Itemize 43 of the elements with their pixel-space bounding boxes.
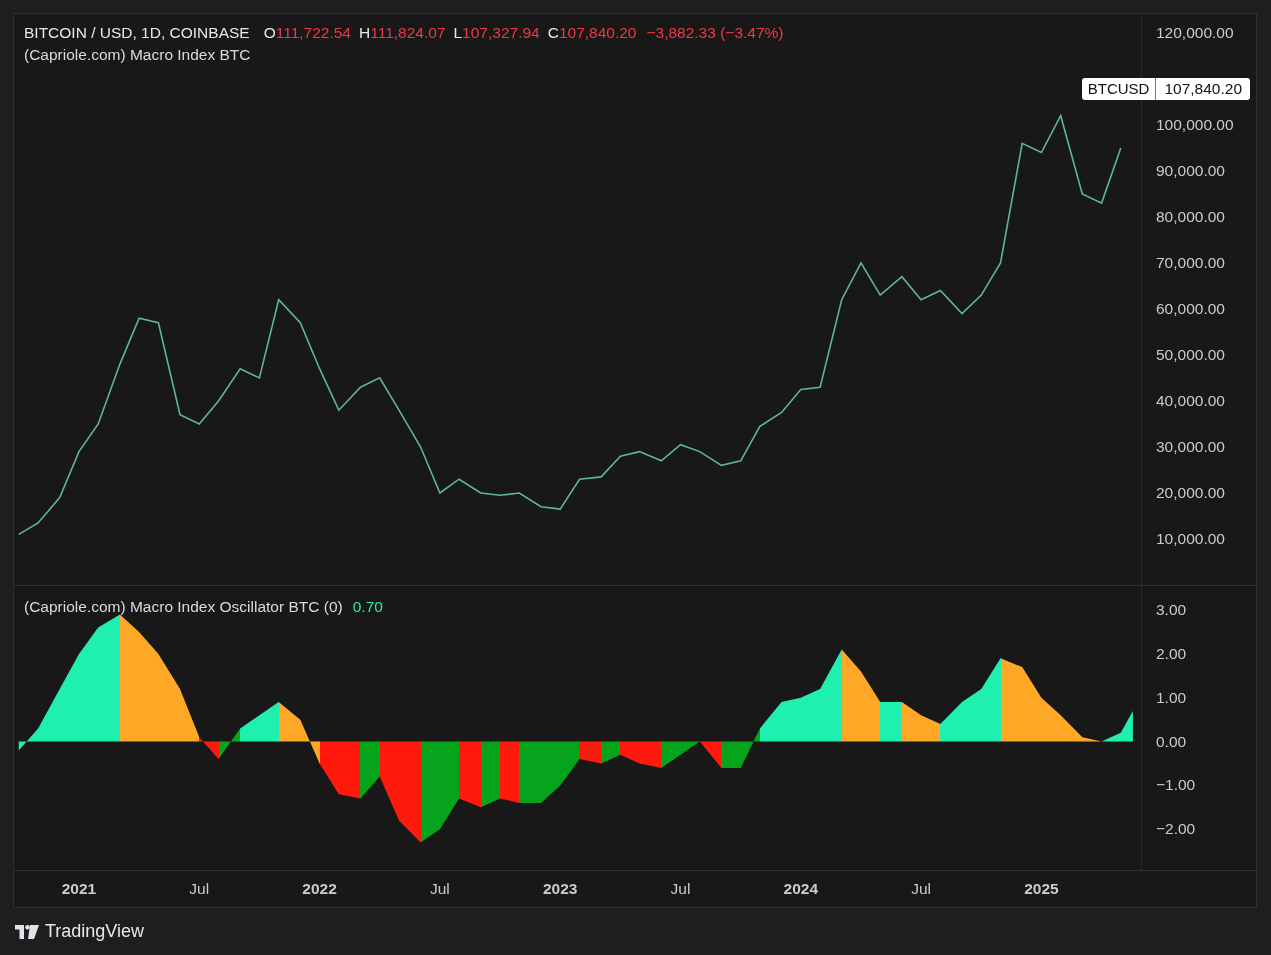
- axis-label: 80,000.00: [1156, 207, 1225, 226]
- axis-label: 50,000.00: [1156, 345, 1225, 364]
- brand-name: TradingView: [45, 921, 145, 942]
- price-change: −3,882.33 (−3.47%): [646, 23, 784, 43]
- indicator-value: 0.70: [352, 597, 383, 617]
- axis-label: 60,000.00: [1156, 299, 1225, 318]
- axis-label: 2023: [542, 880, 578, 898]
- axis-label: 1.00: [1156, 688, 1187, 707]
- axis-label: 70,000.00: [1156, 253, 1225, 272]
- axis-label: 20,000.00: [1156, 483, 1225, 502]
- ohlc-value: 111,824.07: [370, 23, 446, 43]
- axis-label: 2024: [783, 880, 819, 898]
- axis-label: 30,000.00: [1156, 437, 1225, 456]
- axis-label: −1.00: [1156, 776, 1196, 795]
- axis-label: 100,000.00: [1156, 115, 1234, 134]
- axis-label: Jul: [430, 880, 450, 898]
- ohlc-value: 107,840.20: [558, 23, 637, 43]
- symbol-title: BITCOIN / USD, 1D, COINBASE: [24, 23, 250, 43]
- axis-label: 90,000.00: [1156, 161, 1225, 180]
- axis-label: 0.00: [1156, 732, 1187, 751]
- ohlc-label: H: [359, 23, 371, 43]
- axis-label: 40,000.00: [1156, 391, 1225, 410]
- axis-label: −2.00: [1156, 820, 1196, 839]
- axis-label: 120,000.00: [1156, 23, 1234, 42]
- ohlc-label: O: [263, 23, 276, 43]
- axis-label: 2021: [61, 880, 97, 898]
- ohlc-value: 111,722.54: [275, 23, 351, 43]
- logo-icon: [15, 924, 39, 939]
- axis-label: Jul: [911, 880, 932, 898]
- indicator-name: (Capriole.com) Macro Index Oscillator BTC (0): [24, 597, 343, 617]
- ohlc-label: C: [547, 23, 559, 43]
- axis-label: 3.00: [1156, 601, 1187, 620]
- ohlc-value: 107,327.94: [462, 23, 540, 43]
- axis-label: Jul: [189, 880, 210, 898]
- axis-label: Jul: [670, 880, 691, 898]
- price-tag-value: 107,840.20: [1156, 78, 1250, 100]
- indicator-name: (Capriole.com) Macro Index BTC: [24, 45, 251, 65]
- price-tag-symbol: BTCUSD: [1081, 78, 1157, 100]
- ohlc-label: L: [453, 23, 463, 43]
- axis-label: 2022: [302, 880, 337, 898]
- axis-label: 10,000.00: [1156, 530, 1225, 548]
- axis-label: 2025: [1024, 880, 1059, 898]
- axis-label: 2.00: [1156, 644, 1187, 663]
